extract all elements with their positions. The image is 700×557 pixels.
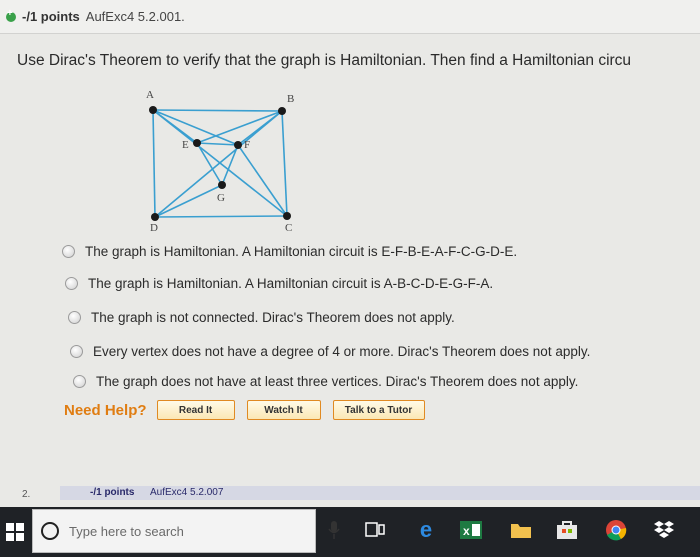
vertex-label-e: E bbox=[182, 139, 189, 151]
talk-to-tutor-button[interactable]: Talk to a Tutor bbox=[332, 400, 425, 420]
chrome-icon[interactable] bbox=[604, 517, 628, 543]
edge-a-e bbox=[152, 109, 198, 144]
answer-option-label: The graph is not connected. Dirac's Theo… bbox=[91, 310, 455, 325]
search-placeholder: Type here to search bbox=[69, 523, 184, 539]
graph-figure: A B C D E F G bbox=[146, 89, 294, 234]
read-it-button[interactable]: Read It bbox=[156, 400, 235, 420]
radio-button[interactable] bbox=[70, 345, 83, 358]
answer-option-label: The graph is Hamiltonian. A Hamiltonian … bbox=[88, 276, 494, 291]
vertex-label-a: A bbox=[146, 89, 154, 101]
svg-text:x: x bbox=[463, 524, 470, 538]
edge-c-d bbox=[154, 215, 288, 218]
question-id: AufExc4 5.2.001. bbox=[85, 9, 185, 24]
need-help-label: Need Help? bbox=[64, 401, 147, 419]
vertex-a bbox=[149, 106, 157, 114]
vertex-label-d: D bbox=[150, 222, 158, 234]
vertex-label-f: F bbox=[244, 139, 250, 151]
radio-button[interactable] bbox=[73, 375, 86, 388]
edge-b-e bbox=[196, 110, 283, 144]
answer-option-label: Every vertex does not have a degree of 4… bbox=[93, 344, 591, 359]
next-question-id: AufExc4 5.2.007 bbox=[150, 487, 224, 498]
edge-browser-icon[interactable]: e bbox=[414, 517, 438, 543]
answer-option-label: The graph is Hamiltonian. A Hamiltonian … bbox=[85, 244, 518, 259]
answer-option[interactable]: The graph does not have at least three v… bbox=[73, 374, 578, 389]
taskbar: Type here to search e x bbox=[0, 507, 700, 557]
edge-f-c bbox=[237, 144, 288, 217]
vertex-e bbox=[193, 139, 201, 147]
store-icon[interactable] bbox=[556, 517, 578, 543]
next-question-header: -/1 points AufExc4 5.2.007 bbox=[60, 486, 700, 500]
watch-it-button[interactable]: Watch It bbox=[246, 400, 321, 420]
vertex-c bbox=[283, 212, 291, 220]
microphone-icon[interactable] bbox=[326, 517, 342, 543]
question-text: Use Dirac's Theorem to verify that the g… bbox=[17, 52, 632, 69]
radio-button[interactable] bbox=[62, 245, 75, 258]
windows-start-icon[interactable] bbox=[6, 523, 24, 541]
help-section: Need Help? Read It Watch It Talk to a Tu… bbox=[64, 400, 437, 420]
answer-option[interactable]: The graph is not connected. Dirac's Theo… bbox=[68, 310, 455, 325]
next-question-number: 2. bbox=[22, 489, 31, 500]
vertex-label-c: C bbox=[285, 222, 292, 234]
points-label: -/1 points bbox=[22, 9, 80, 24]
answer-option[interactable]: The graph is Hamiltonian. A Hamiltonian … bbox=[62, 244, 517, 259]
excel-icon[interactable]: x bbox=[460, 517, 482, 543]
expand-icon[interactable] bbox=[6, 8, 16, 22]
vertex-b bbox=[278, 107, 286, 115]
answer-option[interactable]: Every vertex does not have a degree of 4… bbox=[70, 344, 590, 359]
dropbox-icon[interactable] bbox=[652, 517, 676, 543]
edge-f-g bbox=[221, 144, 239, 186]
edge-b-c bbox=[281, 110, 288, 217]
vertex-d bbox=[151, 213, 159, 221]
radio-button[interactable] bbox=[68, 311, 81, 324]
vertex-f bbox=[234, 141, 242, 149]
radio-button[interactable] bbox=[65, 277, 78, 290]
question-header: -/1 points AufExc4 5.2.001. bbox=[0, 0, 700, 34]
answer-option[interactable]: The graph is Hamiltonian. A Hamiltonian … bbox=[65, 276, 493, 291]
cortana-icon bbox=[41, 522, 59, 540]
next-points-label: -/1 points bbox=[90, 487, 135, 498]
vertex-g bbox=[218, 181, 226, 189]
edge-d-a bbox=[152, 109, 156, 218]
edge-a-b bbox=[152, 109, 283, 112]
taskbar-search-box[interactable]: Type here to search bbox=[32, 509, 316, 553]
vertex-label-b: B bbox=[287, 93, 294, 105]
file-explorer-icon[interactable] bbox=[510, 517, 532, 543]
vertex-label-g: G bbox=[217, 192, 225, 204]
answer-option-label: The graph does not have at least three v… bbox=[96, 374, 579, 389]
task-view-icon[interactable] bbox=[364, 517, 386, 543]
